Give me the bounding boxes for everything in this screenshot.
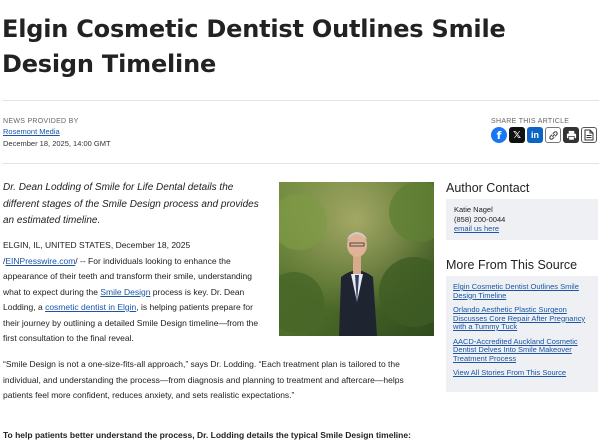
story-link[interactable]: Elgin Cosmetic Dentist Outlines Smile De… (453, 282, 592, 300)
more-from-source-box: Elgin Cosmetic Dentist Outlines Smile De… (446, 276, 598, 392)
linkedin-share-button[interactable]: in (527, 127, 543, 143)
einpresswire-link[interactable]: EINPresswire.com (5, 256, 75, 266)
cosmetic-dentist-link[interactable]: cosmetic dentist in Elgin (45, 302, 136, 312)
contact-name: Katie Nagel (454, 205, 493, 214)
news-provided-by-label: NEWS PROVIDED BY (3, 118, 79, 125)
copy-link-button[interactable] (545, 127, 561, 143)
print-icon (566, 130, 576, 140)
divider (2, 100, 599, 101)
article-title: Elgin Cosmetic Dentist Outlines Smile De… (2, 15, 506, 78)
link-icon (548, 130, 558, 140)
x-icon: 𝕏 (512, 129, 522, 141)
x-share-button[interactable]: 𝕏 (509, 127, 525, 143)
publish-date: December 18, 2025, 14:00 GMT (3, 139, 111, 148)
smile-design-link[interactable]: Smile Design (100, 287, 150, 297)
contact-phone: (858) 200-0044 (454, 214, 506, 224)
more-from-source-heading: More From This Source (446, 258, 578, 272)
view-all-stories-link[interactable]: View All Stories From This Source (453, 368, 592, 378)
print-button[interactable] (563, 127, 579, 143)
dentist-photo (279, 182, 434, 336)
author-contact-box: Katie Nagel (858) 200-0044 email us here (446, 199, 598, 240)
divider (2, 163, 599, 164)
linkedin-icon: in (531, 130, 539, 140)
article-lead: Dr. Dean Lodding of Smile for Life Denta… (3, 182, 259, 226)
story-link[interactable]: AACD-Accredited Auckland Cosmetic Dentis… (453, 337, 592, 364)
provider-link[interactable]: Rosemont Media (3, 127, 60, 136)
contact-email-link[interactable]: email us here (454, 224, 598, 234)
article-paragraph-1: ELGIN, IL, UNITED STATES, December 18, 2… (3, 240, 259, 343)
pdf-icon (584, 129, 594, 141)
facebook-share-button[interactable]: f (491, 127, 507, 143)
share-buttons: f 𝕏 in (491, 127, 597, 143)
pdf-button[interactable] (581, 127, 597, 143)
facebook-icon: f (496, 128, 502, 142)
author-contact-heading: Author Contact (446, 181, 530, 195)
article-paragraph-2: “Smile Design is not a one-size-fits-all… (3, 359, 404, 400)
story-link[interactable]: Orlando Aesthetic Plastic Surgeon Discus… (453, 305, 592, 332)
share-label: SHARE THIS ARTICLE (491, 118, 570, 125)
